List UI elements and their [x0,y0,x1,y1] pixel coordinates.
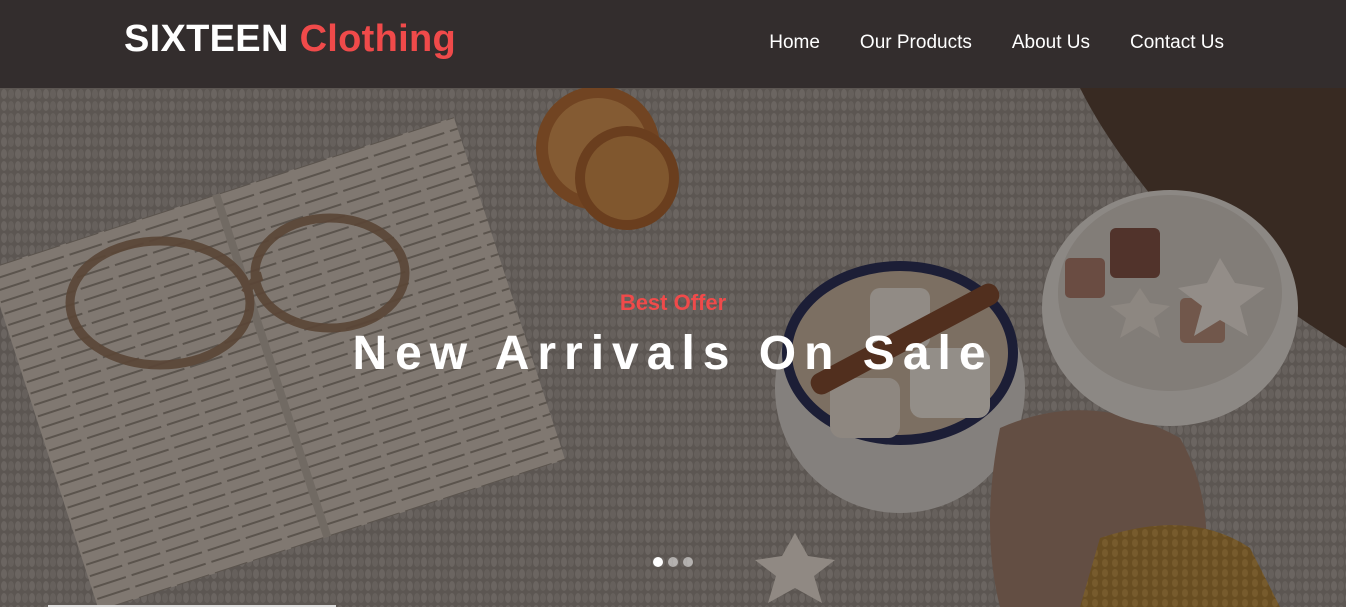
brand-logo[interactable]: SIXTEEN Clothing [124,18,456,61]
brand-accent: Clothing [299,18,457,60]
nav-menu: Home Our Products About Us Contact Us [769,32,1224,54]
nav-item-contact-us[interactable]: Contact Us [1130,32,1224,53]
hero-carousel: Best Offer New Arrivals On Sale [0,88,1346,607]
navbar: SIXTEEN Clothing Home Our Products About… [0,0,1346,88]
brand-name: SIXTEEN [124,18,289,60]
carousel-dot-2[interactable] [668,557,678,567]
hero-kicker: Best Offer [619,290,727,315]
carousel-dot-3[interactable] [683,557,693,567]
nav-item-about-us[interactable]: About Us [1012,32,1090,53]
hero-title: New Arrivals On Sale [352,327,994,380]
carousel-dot-1[interactable] [653,557,663,567]
nav-item-home[interactable]: Home [769,32,820,53]
nav-item-our-products[interactable]: Our Products [860,32,972,53]
carousel-indicators [653,557,693,567]
